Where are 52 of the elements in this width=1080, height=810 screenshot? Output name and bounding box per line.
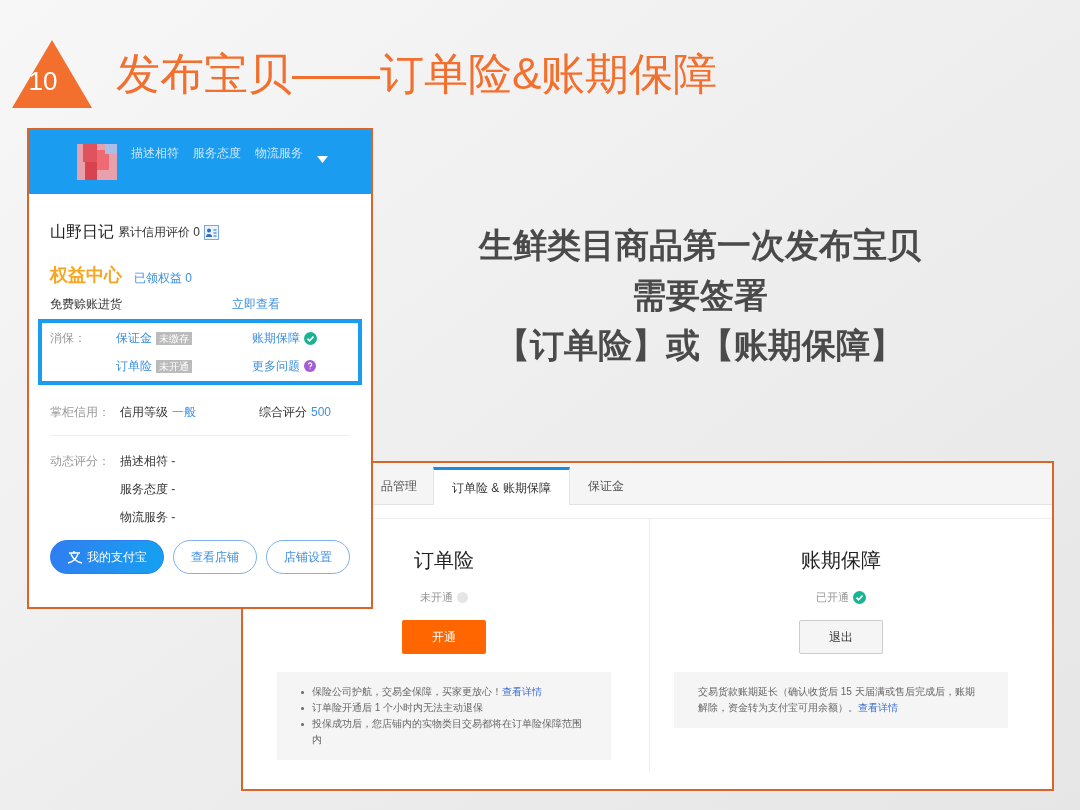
rating-label: 服务态度	[193, 145, 241, 162]
benefits-center-title: 权益中心	[50, 264, 122, 287]
rating-item: 描述相符 -	[120, 453, 176, 470]
note-text: 保险公司护航，交易全保障，买家更放心！查看详情	[312, 684, 542, 699]
protection-link[interactable]: 更多问题	[252, 357, 300, 375]
shop-name: 山野日记	[50, 222, 114, 242]
shop-action-button[interactable]: 查看店铺	[173, 540, 257, 574]
rating-label: 描述相符	[131, 145, 179, 162]
rating-item: 物流服务 -	[120, 509, 176, 526]
exit-button[interactable]: 退出	[799, 619, 883, 654]
slide-title: 发布宝贝——订单险&账期保障	[116, 52, 718, 96]
details-link[interactable]: 查看详情	[858, 701, 898, 713]
status-text: 未开通	[420, 590, 453, 605]
protection-link[interactable]: 订单险	[116, 357, 152, 375]
slide-number: 10	[28, 68, 58, 94]
dropdown-caret-icon[interactable]	[317, 156, 328, 163]
protection-link[interactable]: 保证金	[116, 329, 152, 347]
rating-item: 服务态度 -	[120, 481, 176, 498]
credit-purchase-text: 免费赊账进货	[50, 296, 123, 313]
tab[interactable]: 订单险 & 账期保障	[433, 467, 570, 505]
column-title: 订单险	[414, 548, 474, 573]
status-text: 已开通	[816, 590, 849, 605]
id-card-icon	[204, 224, 219, 240]
column-title: 账期保障	[801, 548, 881, 573]
status-badge: 未开通	[156, 359, 192, 373]
status-badge: 未缴存	[156, 331, 192, 345]
protection-link[interactable]: 账期保障	[252, 329, 300, 347]
ratings-label: 动态评分：	[50, 453, 111, 470]
note-text: 订单险开通后 1 个小时内无法主动退保	[312, 700, 484, 715]
headline-line: 【订单险】或【账期保障】	[496, 325, 904, 366]
credit-label: 掌柜信用：	[50, 404, 111, 421]
details-link[interactable]: 查看详情	[502, 685, 542, 697]
note-text: 投保成功后，您店铺内的实物类目交易都将在订单险保障范围内	[312, 716, 583, 747]
claimed-benefits-link[interactable]: 已领权益 0	[134, 269, 192, 287]
credit-level-label: 信用等级	[120, 404, 168, 421]
protection-label: 消保：	[50, 330, 87, 347]
enabled-check-icon	[853, 590, 866, 604]
shop-action-button[interactable]: 店铺设置	[266, 540, 350, 574]
credit-level-value: 一般	[172, 404, 197, 421]
check-icon	[304, 331, 317, 345]
view-now-link[interactable]: 立即查看	[232, 295, 280, 313]
headline-line: 生鲜类目商品第一次发布宝贝	[479, 225, 921, 266]
tab[interactable]: 品管理	[377, 468, 433, 504]
score-value: 500	[311, 404, 332, 421]
headline-line: 需要签署	[632, 275, 768, 316]
score-label: 综合评分	[259, 404, 307, 421]
tab[interactable]: 保证金	[569, 468, 642, 504]
credit-rating-text: 累计信用评价 0	[118, 224, 200, 241]
activate-button[interactable]: 开通	[402, 619, 486, 654]
shop-action-button[interactable]: 我的支付宝	[50, 540, 164, 574]
rating-label: 物流服务	[255, 145, 303, 162]
note-text: 交易货款账期延长（确认收货后 15 天届满或售后完成后，账期解除，资金转为支付宝可用余额）。查看详情	[698, 684, 976, 715]
